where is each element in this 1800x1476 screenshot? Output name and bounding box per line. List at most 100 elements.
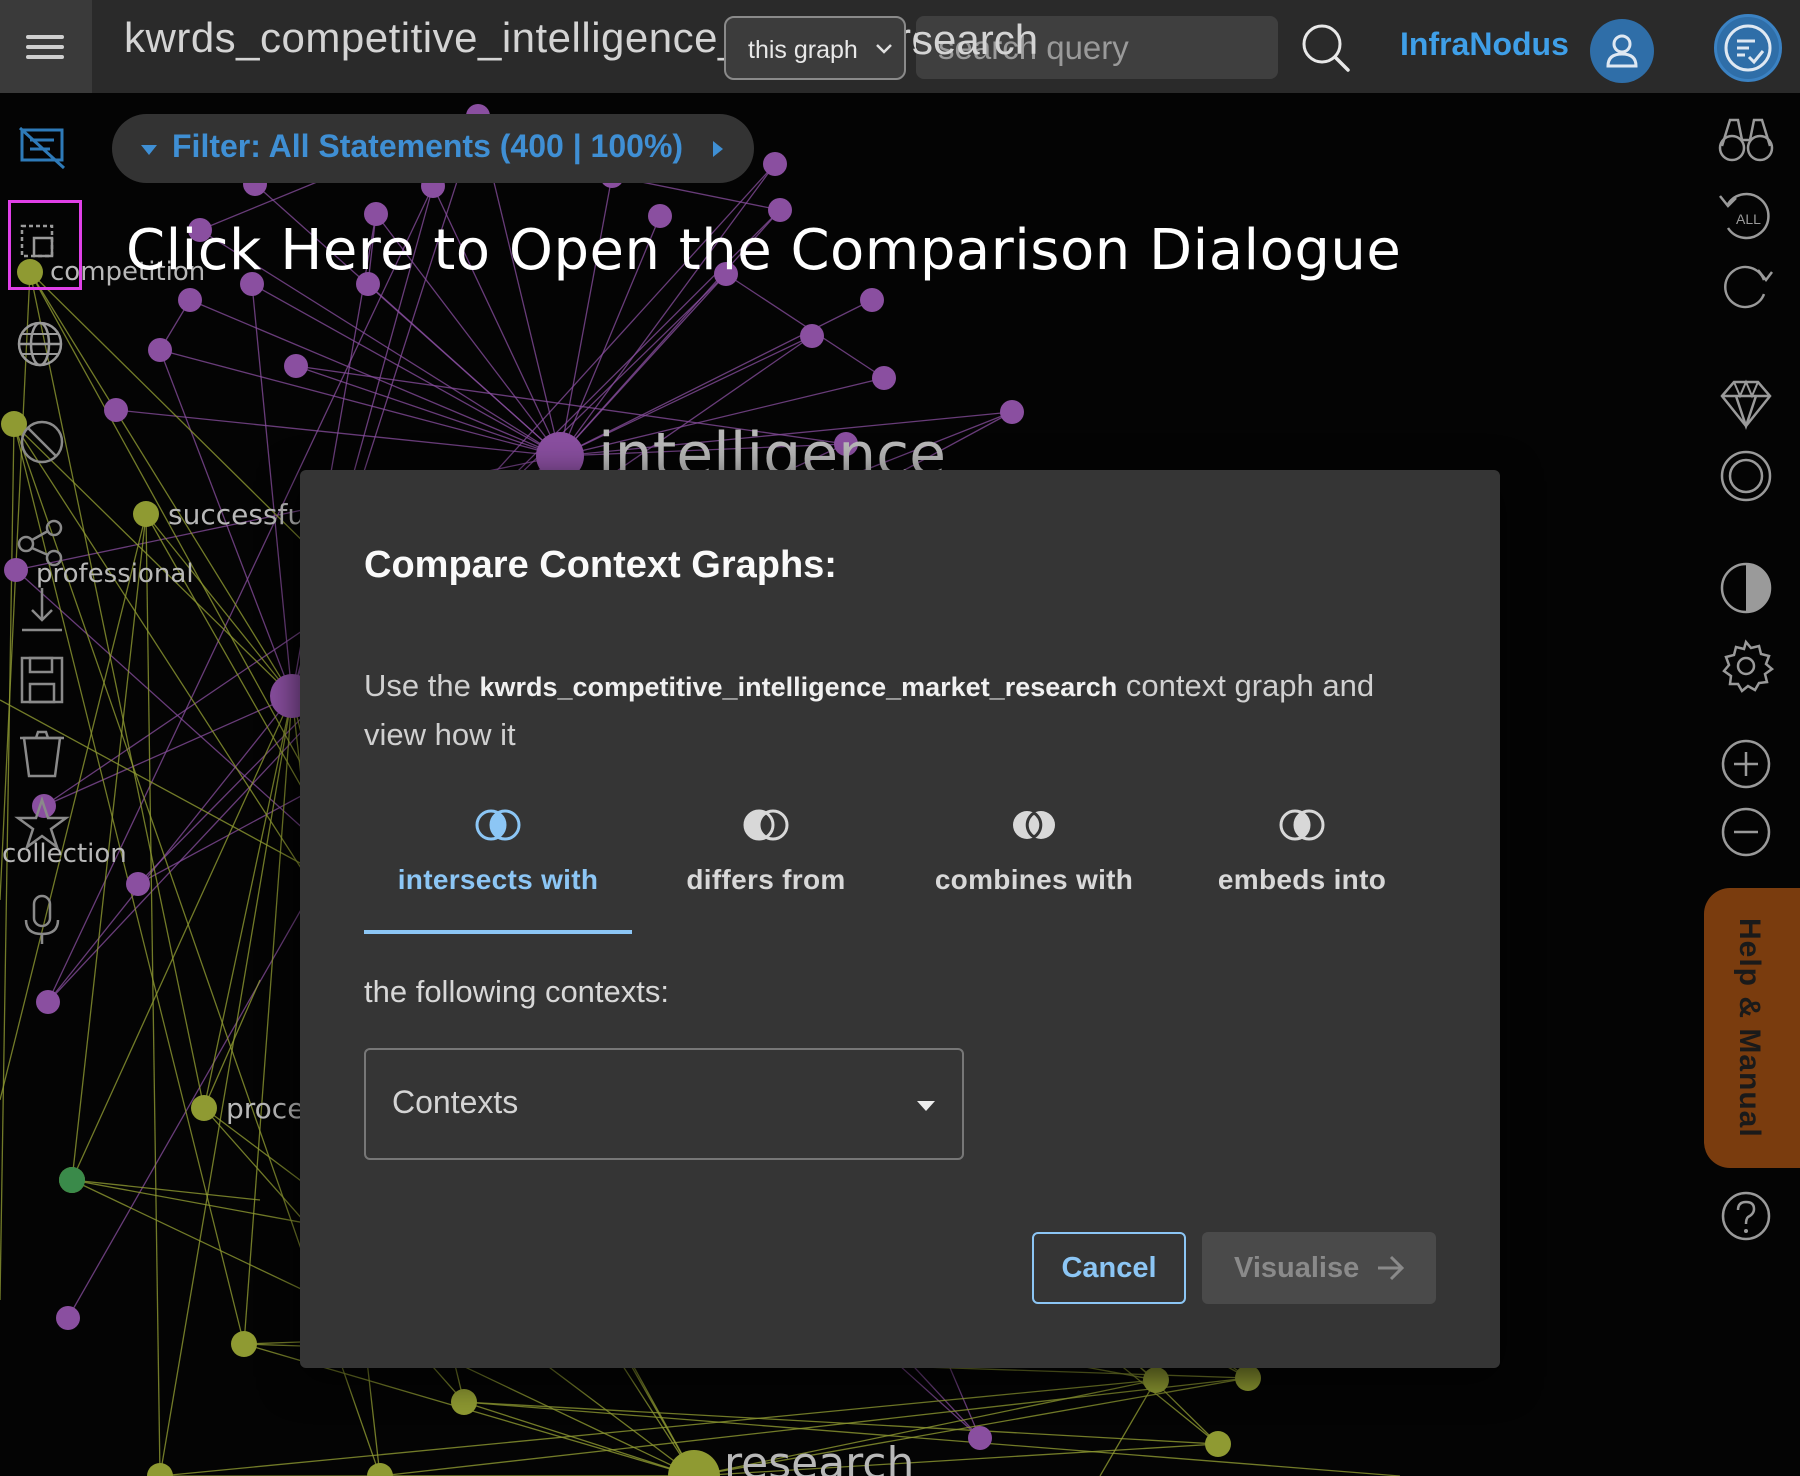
caret-down-icon — [141, 145, 157, 155]
svg-text:ALL: ALL — [1736, 211, 1761, 227]
search-scope-value: this graph — [748, 36, 858, 64]
graph-node[interactable] — [147, 1463, 173, 1476]
help-icon[interactable] — [1714, 1184, 1778, 1248]
graph-node[interactable] — [36, 990, 60, 1014]
node-label-process[interactable]: proce — [226, 1092, 304, 1125]
graph-node[interactable] — [284, 354, 308, 378]
intersect-icon — [475, 809, 521, 841]
graph-edge — [251, 283, 293, 697]
tab-label: intersects with — [397, 864, 599, 895]
help-manual-tab[interactable]: Help & Manual — [1704, 888, 1800, 1168]
graph-edge — [145, 513, 161, 1476]
tab-differs-from[interactable]: differs from — [632, 808, 900, 912]
reset-all-icon[interactable]: ALL — [1714, 184, 1778, 248]
graph-edge — [43, 695, 293, 807]
caret-down-icon — [917, 1101, 935, 1111]
visualise-button[interactable]: Visualise — [1202, 1232, 1436, 1304]
magnifier-icon[interactable] — [1298, 20, 1354, 76]
graph-node[interactable] — [1235, 1365, 1261, 1391]
graph-node[interactable] — [1143, 1367, 1169, 1393]
hamburger-menu-icon[interactable] — [0, 0, 92, 93]
settings-icon[interactable] — [1714, 634, 1778, 698]
visualise-label: Visualise — [1234, 1251, 1360, 1284]
circle-icon[interactable] — [1714, 444, 1778, 508]
graph-node[interactable] — [860, 288, 884, 312]
graph-node[interactable] — [178, 288, 202, 312]
graph-node[interactable] — [968, 1426, 992, 1450]
graph-node[interactable] — [1205, 1431, 1231, 1457]
compare-dialog: Compare Context Graphs: Use the kwrds_co… — [300, 470, 1500, 1368]
brand-logo[interactable]: InfraNodus — [1400, 26, 1569, 63]
microphone-icon[interactable] — [10, 888, 74, 952]
graph-node[interactable] — [367, 1463, 393, 1476]
tab-label: differs from — [686, 864, 846, 895]
tab-embeds-into[interactable]: embeds into — [1168, 808, 1436, 912]
search-input[interactable] — [916, 16, 1278, 79]
zoom-out-icon[interactable] — [1714, 800, 1778, 864]
contexts-select[interactable]: Contexts — [364, 1048, 964, 1160]
dialog-description: Use the kwrds_competitive_intelligence_m… — [364, 662, 1414, 759]
graph-edge — [203, 979, 261, 1109]
active-tab-indicator — [364, 930, 632, 934]
share-icon[interactable] — [10, 508, 74, 572]
binoculars-icon[interactable] — [1714, 108, 1778, 172]
cancel-button[interactable]: Cancel — [1032, 1232, 1186, 1304]
graph-node[interactable] — [668, 1450, 720, 1476]
search-scope-select[interactable]: this graph — [724, 16, 906, 80]
refresh-icon[interactable] — [1714, 254, 1778, 318]
graph-node[interactable] — [231, 1331, 257, 1357]
contrast-icon[interactable] — [1714, 556, 1778, 620]
description-graph-name: kwrds_competitive_intelligence_market_re… — [479, 672, 1118, 702]
graph-node[interactable] — [1000, 400, 1024, 424]
graph-node[interactable] — [148, 338, 172, 362]
difference-icon — [743, 809, 789, 841]
dialog-title: Compare Context Graphs: — [364, 544, 837, 586]
union-icon — [1013, 811, 1055, 839]
graph-node[interactable] — [104, 398, 128, 422]
graph-node[interactable] — [872, 366, 896, 390]
graph-edge — [159, 1379, 1157, 1476]
tab-intersects-with[interactable]: intersects with — [364, 808, 632, 912]
node-label-successful[interactable]: successful — [168, 498, 313, 531]
graph-node[interactable] — [763, 152, 787, 176]
caret-right-icon — [713, 141, 723, 157]
graph-node[interactable] — [133, 501, 159, 527]
graph-edge — [725, 273, 885, 379]
graph-node[interactable] — [59, 1167, 85, 1193]
statement-filter[interactable]: Filter: All Statements (400 | 100%) — [112, 114, 754, 183]
onboarding-hint: Click Here to Open the Comparison Dialog… — [126, 218, 1402, 283]
help-manual-label: Help & Manual — [1733, 918, 1766, 1138]
tab-label: combines with — [934, 864, 1134, 895]
download-icon[interactable] — [10, 580, 74, 644]
description-prefix: Use the — [364, 668, 471, 703]
tab-label: embeds into — [1217, 864, 1387, 895]
hide-statements-icon[interactable] — [10, 116, 74, 180]
star-icon[interactable] — [10, 792, 74, 856]
graph-edge — [203, 695, 293, 1109]
node-label-research[interactable]: research — [724, 1438, 914, 1476]
filter-label: Filter: All Statements (400 | 100%) — [172, 128, 684, 164]
graph-node[interactable] — [800, 324, 824, 348]
zoom-in-icon[interactable] — [1714, 732, 1778, 796]
embed-icon — [1279, 809, 1325, 841]
user-icon[interactable] — [1590, 19, 1654, 83]
graph-edge — [189, 299, 561, 457]
graph-node[interactable] — [126, 872, 150, 896]
tab-combines-with[interactable]: combines with — [900, 808, 1168, 912]
graph-node[interactable] — [56, 1306, 80, 1330]
chevron-down-icon — [876, 44, 892, 54]
save-icon[interactable] — [10, 648, 74, 712]
graph-edge — [145, 513, 293, 697]
trash-icon[interactable] — [10, 722, 74, 786]
arrow-right-icon — [1378, 1255, 1405, 1281]
document-check-icon[interactable] — [1714, 14, 1782, 82]
graph-node[interactable] — [451, 1389, 477, 1415]
ban-icon[interactable] — [10, 410, 74, 474]
graph-edge — [243, 695, 293, 1345]
compare-icon[interactable] — [10, 216, 74, 280]
graph-node[interactable] — [191, 1095, 217, 1121]
diamond-icon[interactable] — [1714, 372, 1778, 436]
globe-icon[interactable] — [10, 312, 74, 376]
contexts-select-value: Contexts — [392, 1084, 519, 1120]
contexts-label: the following contexts: — [364, 974, 670, 1009]
